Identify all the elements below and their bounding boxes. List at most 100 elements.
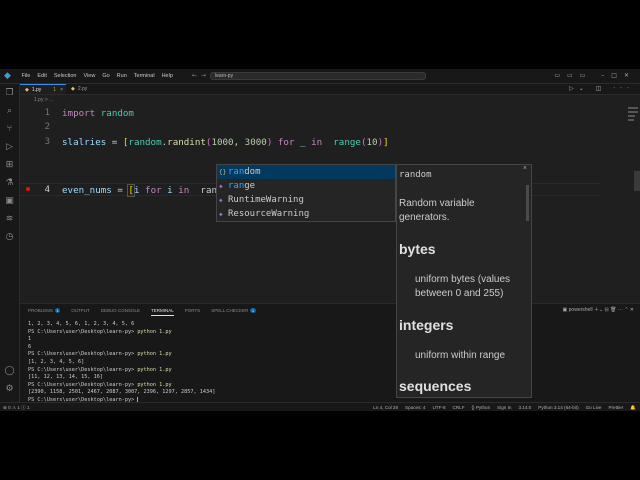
class-icon: ◈ bbox=[219, 183, 223, 190]
tab-2-py[interactable]: ◆ 2.py bbox=[66, 84, 112, 94]
terminal-shell-name[interactable]: powershell bbox=[569, 307, 593, 313]
suggestion-random[interactable]: {} random bbox=[217, 165, 395, 179]
terminal-line: PS C:\Users\user\Desktop\learn-py> pytho… bbox=[28, 328, 172, 335]
menu-run[interactable]: Run bbox=[113, 69, 130, 83]
code-line-3: slalries = [random.randint(1000, 3000) f… bbox=[62, 137, 389, 148]
vscode-window: ◆ File Edit Selection View Go Run Termin… bbox=[0, 69, 640, 411]
breadcrumb[interactable]: 1.py > ... bbox=[34, 97, 53, 103]
terminal-line: PS C:\Users\user\Desktop\learn-py> pytho… bbox=[28, 381, 172, 388]
close-icon[interactable]: × bbox=[523, 165, 527, 172]
class-icon: ◈ bbox=[219, 197, 223, 204]
status-sign-in[interactable]: Sign In bbox=[497, 403, 511, 411]
menu-help[interactable]: Help bbox=[158, 69, 176, 83]
status-bar: ⊗ 0 ⚠ 1 ⓘ 1 Ln 4, Col 28 Spaces: 4 UTF-8… bbox=[0, 402, 640, 411]
status-cursor-position[interactable]: Ln 4, Col 28 bbox=[373, 403, 398, 411]
terminal-line: PS C:\Users\user\Desktop\learn-py> pytho… bbox=[28, 351, 172, 358]
details-text: uniform bytes (values between 0 and 255) bbox=[415, 274, 511, 299]
status-prettier[interactable]: Prettier bbox=[608, 403, 623, 411]
terminal-toolbar: ▣ powershell ＋⌄ ⊟ 🗑 ··· ⌃ ✕ bbox=[563, 305, 634, 315]
command-center-search[interactable]: learn-py bbox=[210, 72, 426, 80]
settings-gear-icon[interactable]: ⚙ bbox=[4, 384, 15, 395]
command-center-text: learn-py bbox=[215, 73, 234, 79]
run-python-file-icon[interactable]: ▷⌄ ◫ ··· bbox=[569, 84, 634, 94]
nav-arrows-icon[interactable]: ←→ bbox=[192, 69, 210, 83]
tab-terminal[interactable]: TERMINAL bbox=[151, 307, 174, 316]
details-heading: bytes bbox=[399, 241, 436, 257]
module-icon: {} bbox=[219, 169, 227, 176]
menu-bar: File Edit Selection View Go Run Terminal… bbox=[18, 69, 176, 83]
status-language[interactable]: {} Python bbox=[472, 403, 491, 411]
menu-edit[interactable]: Edit bbox=[34, 69, 50, 83]
line-number: 2 bbox=[44, 122, 50, 132]
python-file-icon: ◆ bbox=[25, 87, 29, 93]
tab-debug-console[interactable]: DEBUG CONSOLE bbox=[101, 307, 140, 315]
status-encoding[interactable]: UTF-8 bbox=[432, 403, 445, 411]
minimap[interactable] bbox=[628, 105, 638, 145]
suggestion-details: random × Random variable generators. byt… bbox=[396, 164, 532, 398]
details-heading: sequences bbox=[399, 378, 472, 394]
autocomplete-suggestions: {} random ◈ range ◈ RuntimeWarning ◈ Resourc… bbox=[216, 164, 396, 222]
suggestion-resourcewarning[interactable]: ◈ ResourceWarning bbox=[217, 207, 395, 221]
tab-spell-checker[interactable]: SPELL CHECKER 1 bbox=[211, 307, 256, 315]
terminal-output[interactable]: 1, 2, 3, 4, 5, 6, 1, 2, 3, 4, 5, 6 PS C:… bbox=[28, 321, 215, 405]
suggestion-range[interactable]: ◈ range bbox=[217, 179, 395, 193]
details-heading: integers bbox=[399, 317, 454, 333]
terminal-line: 1 bbox=[28, 336, 32, 343]
bottom-panel: PROBLEMS 1 OUTPUT DEBUG CONSOLE TERMINAL PORT… bbox=[20, 303, 640, 404]
menu-terminal[interactable]: Terminal bbox=[130, 69, 158, 83]
tab-problem-count: 1 bbox=[53, 87, 56, 93]
line-number: 4 bbox=[44, 185, 50, 195]
line-number: 3 bbox=[44, 137, 50, 147]
activity-bar: ❐ ⌕ ⑂ ▷ ⊞ ⚗ ▣ ≋ ◷ ◯ ⚙ bbox=[0, 84, 20, 402]
editor-scrollbar[interactable] bbox=[634, 171, 640, 191]
status-go-live[interactable]: Go Live bbox=[586, 403, 602, 411]
suggestion-runtimewarning[interactable]: ◈ RuntimeWarning bbox=[217, 193, 395, 207]
tab-close-icon[interactable]: × bbox=[60, 85, 63, 95]
terminal-line: [2390, 1158, 2501, 2467, 2087, 3007, 239… bbox=[28, 389, 216, 396]
title-bar: ◆ File Edit Selection View Go Run Termin… bbox=[0, 69, 640, 84]
line-number: 1 bbox=[44, 108, 50, 118]
details-title: random bbox=[399, 170, 432, 180]
status-interpreter[interactable]: Python 3.14 (64-bit) bbox=[538, 403, 578, 411]
class-icon: ◈ bbox=[219, 211, 223, 218]
breakpoint-icon[interactable] bbox=[26, 187, 30, 191]
editor-tabs: ◆ 1.py 1 × ◆ 2.py ▷⌄ ◫ ··· bbox=[20, 84, 640, 95]
menu-go[interactable]: Go bbox=[99, 69, 113, 83]
terminal-line: 6 bbox=[28, 343, 32, 350]
tab-1-py[interactable]: ◆ 1.py 1 × bbox=[20, 84, 66, 94]
terminal-line: [11, 12, 13, 14, 15, 16] bbox=[28, 374, 103, 381]
remote-explorer-icon[interactable]: ▣ bbox=[4, 196, 15, 207]
timeline-icon[interactable]: ◷ bbox=[4, 232, 15, 243]
explorer-icon[interactable]: ❐ bbox=[4, 88, 15, 99]
details-description: Random variable generators. bbox=[399, 198, 475, 223]
status-eol[interactable]: CRLF bbox=[453, 403, 465, 411]
panel-tabs: PROBLEMS 1 OUTPUT DEBUG CONSOLE TERMINAL PORT… bbox=[28, 307, 267, 316]
vscode-logo-icon: ◆ bbox=[4, 71, 11, 81]
notifications-bell-icon[interactable]: 🔔 bbox=[630, 403, 636, 411]
terminal-line: 1, 2, 3, 4, 5, 6, 1, 2, 3, 4, 5, 6 bbox=[28, 321, 135, 327]
layers-icon[interactable]: ≋ bbox=[4, 214, 15, 225]
status-python-version[interactable]: 3.14.0 bbox=[518, 403, 531, 411]
details-text: uniform within range bbox=[415, 350, 506, 361]
problems-status[interactable]: ⊗ 0 ⚠ 1 ⓘ 1 bbox=[3, 403, 30, 411]
extensions-icon[interactable]: ⊞ bbox=[4, 160, 15, 171]
status-right: Ln 4, Col 28 Spaces: 4 UTF-8 CRLF {} Pyt… bbox=[373, 403, 636, 411]
window-controls-icon[interactable]: ▭▭▭ –□✕ bbox=[554, 69, 636, 83]
details-scrollbar[interactable] bbox=[526, 185, 529, 221]
source-control-icon[interactable]: ⑂ bbox=[4, 124, 15, 135]
search-icon[interactable]: ⌕ bbox=[4, 106, 15, 117]
testing-icon[interactable]: ⚗ bbox=[4, 178, 15, 189]
status-indent[interactable]: Spaces: 4 bbox=[405, 403, 425, 411]
tab-ports[interactable]: PORTS bbox=[185, 307, 200, 315]
terminal-line: PS C:\Users\user\Desktop\learn-py> pytho… bbox=[28, 366, 172, 373]
menu-file[interactable]: File bbox=[18, 69, 34, 83]
menu-view[interactable]: View bbox=[80, 69, 99, 83]
code-line-4: even_nums = [i for i in ran] bbox=[62, 184, 225, 197]
terminal-actions-icon[interactable]: ＋⌄ ⊟ 🗑 ··· ⌃ ✕ bbox=[594, 307, 634, 313]
tab-output[interactable]: OUTPUT bbox=[71, 307, 90, 315]
menu-selection[interactable]: Selection bbox=[50, 69, 80, 83]
run-debug-icon[interactable]: ▷ bbox=[4, 142, 15, 153]
tab-problems[interactable]: PROBLEMS 1 bbox=[28, 307, 61, 315]
code-line-1: import random bbox=[62, 108, 134, 119]
account-icon[interactable]: ◯ bbox=[4, 366, 15, 377]
